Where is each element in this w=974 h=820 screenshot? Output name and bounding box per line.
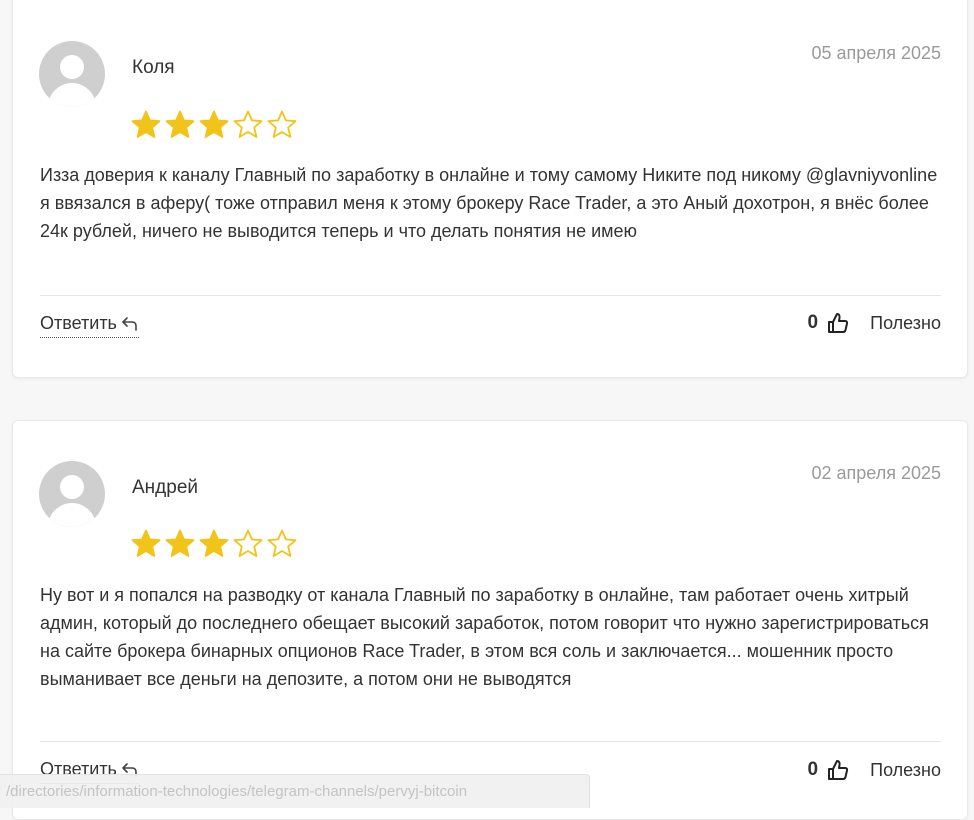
reply-arrow-icon <box>121 316 139 332</box>
star-filled-icon <box>164 109 196 141</box>
star-filled-icon <box>198 109 230 141</box>
helpful-label[interactable]: Полезно <box>870 760 941 781</box>
star-filled-icon <box>198 528 230 560</box>
star-filled-icon <box>130 528 162 560</box>
avatar-head <box>60 55 84 79</box>
star-empty-icon <box>266 528 298 560</box>
avatar <box>39 461 105 527</box>
thumbs-up-icon[interactable] <box>826 758 850 782</box>
helpful-group: 0 Полезно <box>808 311 941 335</box>
avatar-head <box>60 475 84 499</box>
helpful-count: 0 <box>807 759 819 780</box>
avatar-body <box>48 503 96 527</box>
helpful-count: 0 <box>807 312 819 333</box>
divider <box>40 741 941 742</box>
star-empty-icon <box>232 109 264 141</box>
avatar <box>39 41 105 107</box>
review-author: Коля <box>132 57 175 78</box>
review-date: 02 апреля 2025 <box>811 463 942 483</box>
status-bar-url: /directories/information-technologies/te… <box>0 774 590 808</box>
review-text: Ну вот и я попался на разводку от канала… <box>40 585 929 689</box>
review-text: Изза доверия к каналу Главный по заработ… <box>40 165 938 241</box>
star-rating <box>130 109 298 141</box>
thumbs-up-icon[interactable] <box>826 311 850 335</box>
star-rating <box>130 528 298 560</box>
helpful-group: 0 Полезно <box>808 758 941 782</box>
review-card: Андрей 02 апреля 2025 Ну вот и я попался… <box>12 420 968 820</box>
star-filled-icon <box>164 528 196 560</box>
reply-label: Ответить <box>40 313 117 333</box>
helpful-label[interactable]: Полезно <box>870 313 941 334</box>
star-empty-icon <box>266 109 298 141</box>
avatar-body <box>48 83 96 107</box>
review-date: 05 апреля 2025 <box>811 43 942 63</box>
star-empty-icon <box>232 528 264 560</box>
star-filled-icon <box>130 109 162 141</box>
reply-button[interactable]: Ответить <box>40 313 139 338</box>
divider <box>40 295 941 296</box>
review-card: Коля 05 апреля 2025 Изза доверия к канал… <box>12 0 968 378</box>
review-author: Андрей <box>132 477 198 498</box>
